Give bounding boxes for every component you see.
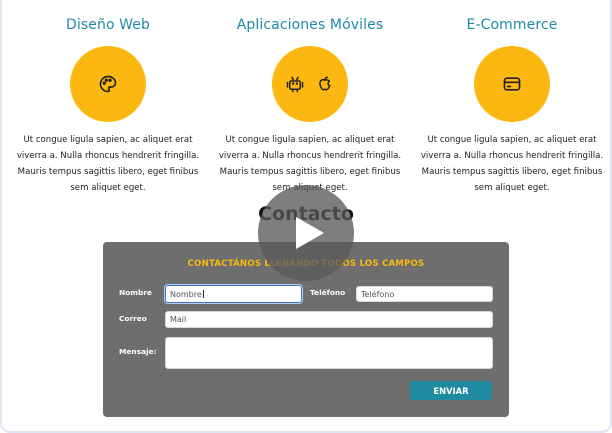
service-title: Diseño Web <box>66 17 150 33</box>
service-web-design: Diseño Web Ut congue ligula sapien, ac a… <box>10 12 206 196</box>
service-description: Ut congue ligula sapien, ac aliquet erat… <box>16 135 200 193</box>
phone-input[interactable]: Teléfono <box>356 286 493 302</box>
service-icon-circle <box>474 46 550 122</box>
email-label: Correo <box>119 314 147 323</box>
apple-icon <box>319 76 331 91</box>
service-mobile-apps: Aplicaciones Móviles Ut congue ligula sa… <box>212 12 408 196</box>
service-icon-circle <box>272 46 348 122</box>
name-input[interactable]: Nombre <box>165 285 302 303</box>
credit-card-icon <box>503 77 521 91</box>
email-input[interactable]: Mail <box>165 311 493 328</box>
name-label: Nombre <box>119 288 152 297</box>
service-title: E-Commerce <box>466 17 558 33</box>
name-placeholder: Nombre <box>170 289 202 299</box>
text-cursor <box>202 290 204 298</box>
phone-placeholder: Teléfono <box>361 289 395 299</box>
message-textarea[interactable] <box>165 337 493 369</box>
message-label: Mensaje: <box>119 347 157 356</box>
service-icon-circle <box>70 46 146 122</box>
play-icon <box>296 217 324 249</box>
send-button[interactable]: ENVIAR <box>410 381 492 400</box>
service-ecommerce: E-Commerce Ut congue ligula sapien, ac a… <box>414 12 610 196</box>
android-icon <box>286 76 304 93</box>
video-play-button[interactable] <box>258 185 354 281</box>
email-placeholder: Mail <box>170 315 187 324</box>
service-title: Aplicaciones Móviles <box>236 17 384 33</box>
service-description: Ut congue ligula sapien, ac aliquet erat… <box>420 135 604 193</box>
phone-label: Teléfono <box>310 288 346 297</box>
palette-icon <box>99 75 117 93</box>
services-section: Diseño Web Ut congue ligula sapien, ac a… <box>10 12 610 196</box>
